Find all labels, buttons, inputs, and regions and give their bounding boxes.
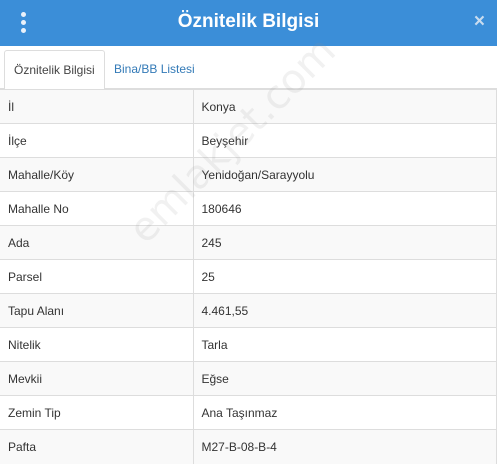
table-row: Mahalle No 180646 (0, 191, 497, 226)
attribute-key: Zemin Tip (0, 395, 194, 430)
table-row: Nitelik Tarla (0, 327, 497, 362)
table-row: Mahalle/Köy Yenidoğan/Sarayyolu (0, 157, 497, 192)
table-row: Pafta M27-B-08-B-4 (0, 429, 497, 464)
table-row: Mevkii Eğse (0, 361, 497, 396)
table-row: Ada 245 (0, 225, 497, 260)
attribute-table: İl Konya İlçe Beyşehir Mahalle/Köy Yenid… (0, 89, 497, 464)
attribute-key: Parsel (0, 259, 194, 294)
table-row: İlçe Beyşehir (0, 123, 497, 158)
table-row: İl Konya (0, 89, 497, 124)
attribute-value: Tarla (193, 327, 497, 362)
tab-attribute-info[interactable]: Öznitelik Bilgisi (4, 50, 105, 90)
attribute-key: Mahalle No (0, 191, 194, 226)
table-row: Zemin Tip Ana Taşınmaz (0, 395, 497, 430)
panel-header: Öznitelik Bilgisi × (0, 0, 497, 46)
attribute-key: İl (0, 89, 194, 124)
attribute-value: 245 (193, 225, 497, 260)
attribute-value: Beyşehir (193, 123, 497, 158)
attribute-key: İlçe (0, 123, 194, 158)
attribute-key: Nitelik (0, 327, 194, 362)
attribute-key: Mahalle/Köy (0, 157, 194, 192)
tab-building-list[interactable]: Bina/BB Listesi (105, 50, 204, 90)
attribute-value: Konya (193, 89, 497, 124)
attribute-value: Eğse (193, 361, 497, 396)
attribute-key: Mevkii (0, 361, 194, 396)
table-row: Parsel 25 (0, 259, 497, 294)
attribute-value: Ana Taşınmaz (193, 395, 497, 430)
attribute-key: Ada (0, 225, 194, 260)
close-icon[interactable]: × (474, 12, 485, 32)
table-row: Tapu Alanı 4.461,55 (0, 293, 497, 328)
panel-title: Öznitelik Bilgisi (177, 11, 320, 32)
attribute-value: 25 (193, 259, 497, 294)
attribute-info-panel: Öznitelik Bilgisi × Öznitelik Bilgisi Bi… (0, 0, 497, 464)
attribute-key: Pafta (0, 429, 194, 464)
attribute-value: 4.461,55 (193, 293, 497, 328)
tab-bar: Öznitelik Bilgisi Bina/BB Listesi (0, 46, 497, 90)
attribute-value: Yenidoğan/Sarayyolu (193, 157, 497, 192)
attribute-value: M27-B-08-B-4 (193, 429, 497, 464)
attribute-value: 180646 (193, 191, 497, 226)
attribute-key: Tapu Alanı (0, 293, 194, 328)
